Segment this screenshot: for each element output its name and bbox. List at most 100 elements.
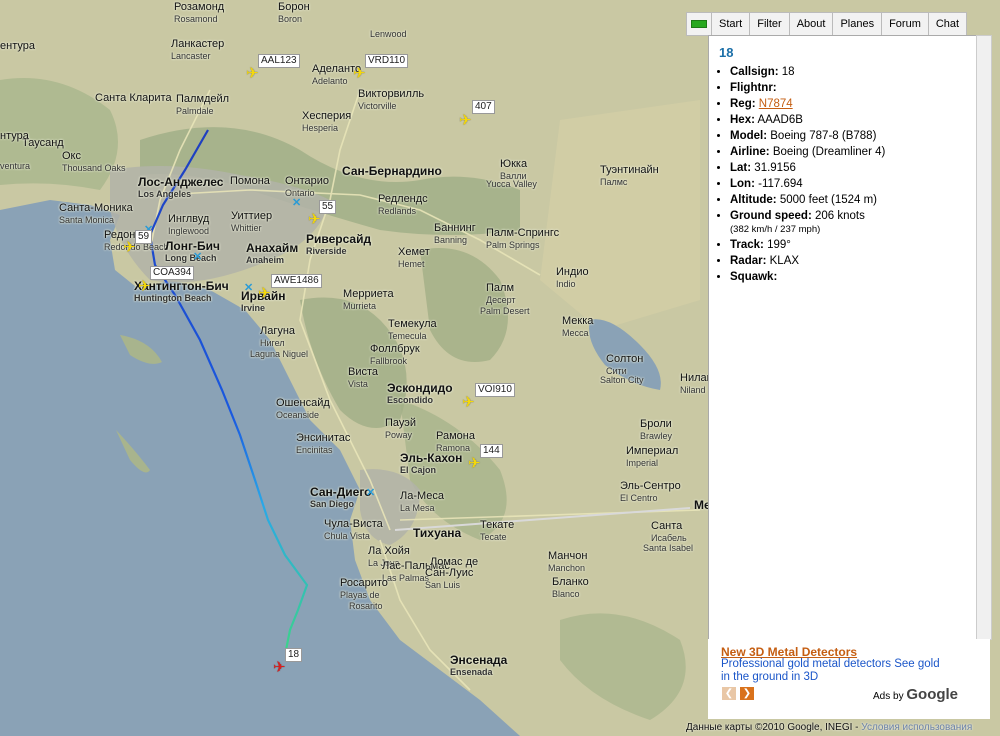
tab-forum[interactable]: Forum: [881, 13, 928, 35]
city-rosarito-en: Rosarito: [349, 601, 383, 611]
city-anaheim: Анахайм Anaheim: [246, 241, 299, 265]
city-encinitas: Энсинитас Encinitas: [296, 432, 351, 455]
city-lenwood: Lenwood: [370, 29, 407, 39]
plane-icon[interactable]: ✈: [246, 66, 262, 82]
city-temecula: Темекула Temecula: [388, 318, 437, 341]
minimize-button[interactable]: [687, 13, 711, 35]
city-riverside: Риверсайд Riverside: [306, 232, 372, 256]
terms-link[interactable]: Условия использования: [861, 722, 972, 733]
city-poway: Пауэй Poway: [385, 417, 417, 440]
selected-plane-icon[interactable]: ✈: [273, 660, 289, 676]
plane-icon[interactable]: ✈: [468, 456, 484, 472]
detail-model: Model: Boeing 787-8 (B788): [730, 130, 977, 143]
detail-airline: Airline: Boeing (Dreamliner 4): [730, 146, 977, 159]
city-manchon: Манчон Manchon: [548, 550, 588, 573]
city-uittier: Уиттиер Whittier: [231, 210, 273, 233]
city-yucca-valley-en: Yucca Valley: [486, 179, 537, 189]
city-ventura-left: ентура: [0, 40, 35, 52]
city-palm-desert-en: Palm Desert: [480, 306, 530, 316]
city-fallbrook: Фоллбрук Fallbrook: [370, 343, 420, 366]
flight-info-panel: 18 Callsign: 18 Flightnr: Reg: N7874 Hex…: [708, 35, 978, 640]
plane-icon[interactable]: ✈: [459, 113, 475, 129]
airport-marker: ✕: [366, 487, 376, 499]
plane-icon[interactable]: ✈: [258, 286, 274, 302]
detail-track: Track: 199°: [730, 239, 977, 252]
city-san-luis: Сан-Луис San Luis: [425, 567, 474, 590]
flight-details: Callsign: 18 Flightnr: Reg: N7874 Hex: A…: [709, 66, 977, 284]
city-palm-springs: Палм-Спрингс Palm Springs: [486, 227, 560, 250]
city-rosamond: Розамонд Rosamond: [174, 1, 225, 24]
detail-radar: Radar: KLAX: [730, 255, 977, 268]
detail-reg: Reg: N7874: [730, 98, 977, 111]
flight-title: 18: [719, 45, 734, 60]
panel-scrollbar[interactable]: [976, 35, 992, 640]
flight-tag[interactable]: 59: [135, 230, 153, 244]
detail-altitude: Altitude: 5000 feet (1524 m): [730, 194, 977, 207]
plane-icon[interactable]: ✈: [308, 212, 324, 228]
map-attribution: Данные карты ©2010 Google, INEGI - Услов…: [686, 722, 973, 733]
city-brawley: Броли Brawley: [640, 418, 673, 441]
ad-prev-button[interactable]: ❮: [722, 687, 736, 700]
flight-tag[interactable]: VOI910: [475, 383, 515, 397]
city-murrieta: Мерриета Murrieta: [343, 288, 394, 311]
tab-planes[interactable]: Planes: [832, 13, 881, 35]
detail-hex: Hex: AAAD6B: [730, 114, 977, 127]
ads-by-google[interactable]: Ads by Google: [873, 686, 958, 703]
flight-tag[interactable]: VRD110: [365, 54, 409, 68]
detail-ground-speed: Ground speed: 206 knots(382 km/h / 237 m…: [730, 210, 977, 236]
city-redlands: Редлендс Redlands: [378, 193, 428, 216]
flight-tag[interactable]: COA394: [150, 266, 195, 280]
city-banning: Баннинг Banning: [434, 222, 476, 245]
flight-tag[interactable]: 144: [480, 444, 503, 458]
city-laguna-en: Laguna Niguel: [250, 349, 309, 359]
city-hesperia: Хесперия Hesperia: [302, 110, 352, 133]
tab-chat[interactable]: Chat: [927, 13, 966, 35]
city-palm-desert: Палм Десерт: [486, 282, 516, 305]
detail-callsign: Callsign: 18: [730, 66, 977, 79]
tab-about[interactable]: About: [788, 13, 833, 35]
city-oks: Окс Thousand Oaks: [62, 150, 126, 173]
city-tijuana: Тихуана: [413, 526, 462, 540]
ad-next-button[interactable]: ❯: [740, 687, 754, 700]
plane-icon[interactable]: ✈: [462, 395, 478, 411]
city-lancaster: Ланкастер Lancaster: [171, 38, 225, 61]
flight-tag[interactable]: AAL123: [258, 54, 300, 68]
city-santa-clarita: Санта Кларита: [95, 92, 172, 104]
city-san-diego: Сан-Диего San Diego: [310, 485, 372, 509]
city-la-mesa: Ла-Меса La Mesa: [400, 490, 445, 513]
city-nutra: нтура: [0, 130, 29, 142]
minimize-icon: [691, 20, 707, 28]
city-vista: Виста Vista: [348, 366, 379, 389]
city-blanco: Бланко Blanco: [552, 576, 589, 599]
plane-icon[interactable]: ✈: [353, 66, 369, 82]
city-pomona: Помона: [230, 175, 270, 187]
ad-title-link[interactable]: New 3D Metal Detectors: [721, 645, 857, 659]
flight-tag[interactable]: 407: [472, 100, 495, 114]
flight-tag[interactable]: AWE1486: [271, 274, 322, 288]
plane-icon[interactable]: ✈: [138, 279, 154, 295]
detail-squawk: Squawk:: [730, 271, 977, 284]
ad-text[interactable]: Professional gold metal detectors See go…: [721, 658, 951, 684]
tab-start[interactable]: Start: [711, 13, 749, 35]
city-laguna: Лагуна Нигел: [260, 325, 296, 348]
city-san-bernardino: Сан-Бернардино: [342, 164, 442, 178]
city-indio: Индио Indio: [556, 266, 589, 289]
city-salton-en: Salton City: [600, 375, 644, 385]
city-escondido: Эскондидо Escondido: [387, 381, 453, 405]
detail-lon: Lon: -117.694: [730, 178, 977, 191]
tab-filter[interactable]: Filter: [749, 13, 788, 35]
ad-box: New 3D Metal Detectors Professional gold…: [708, 639, 990, 719]
flight-tag[interactable]: 18: [285, 648, 303, 662]
city-santa-monica: Санта-Моника Santa Monica: [59, 202, 133, 225]
airport-marker: ✕: [292, 197, 302, 209]
airport-marker: ✕: [244, 282, 254, 294]
city-oceanside: Ошенсайд Oceanside: [276, 397, 330, 420]
top-tabs: Start Filter About Planes Forum Chat: [686, 12, 968, 36]
city-santa-isabel: Санта Исабель: [651, 520, 687, 543]
city-inglewood: Инглвуд Inglewood: [168, 213, 210, 236]
flight-tag[interactable]: 55: [319, 200, 337, 214]
city-rosarito: Росарито Playas de: [340, 577, 388, 600]
city-ventura: ventura: [0, 161, 31, 171]
city-el-centro: Эль-Сентро El Centro: [620, 480, 681, 503]
reg-link[interactable]: N7874: [759, 98, 793, 110]
